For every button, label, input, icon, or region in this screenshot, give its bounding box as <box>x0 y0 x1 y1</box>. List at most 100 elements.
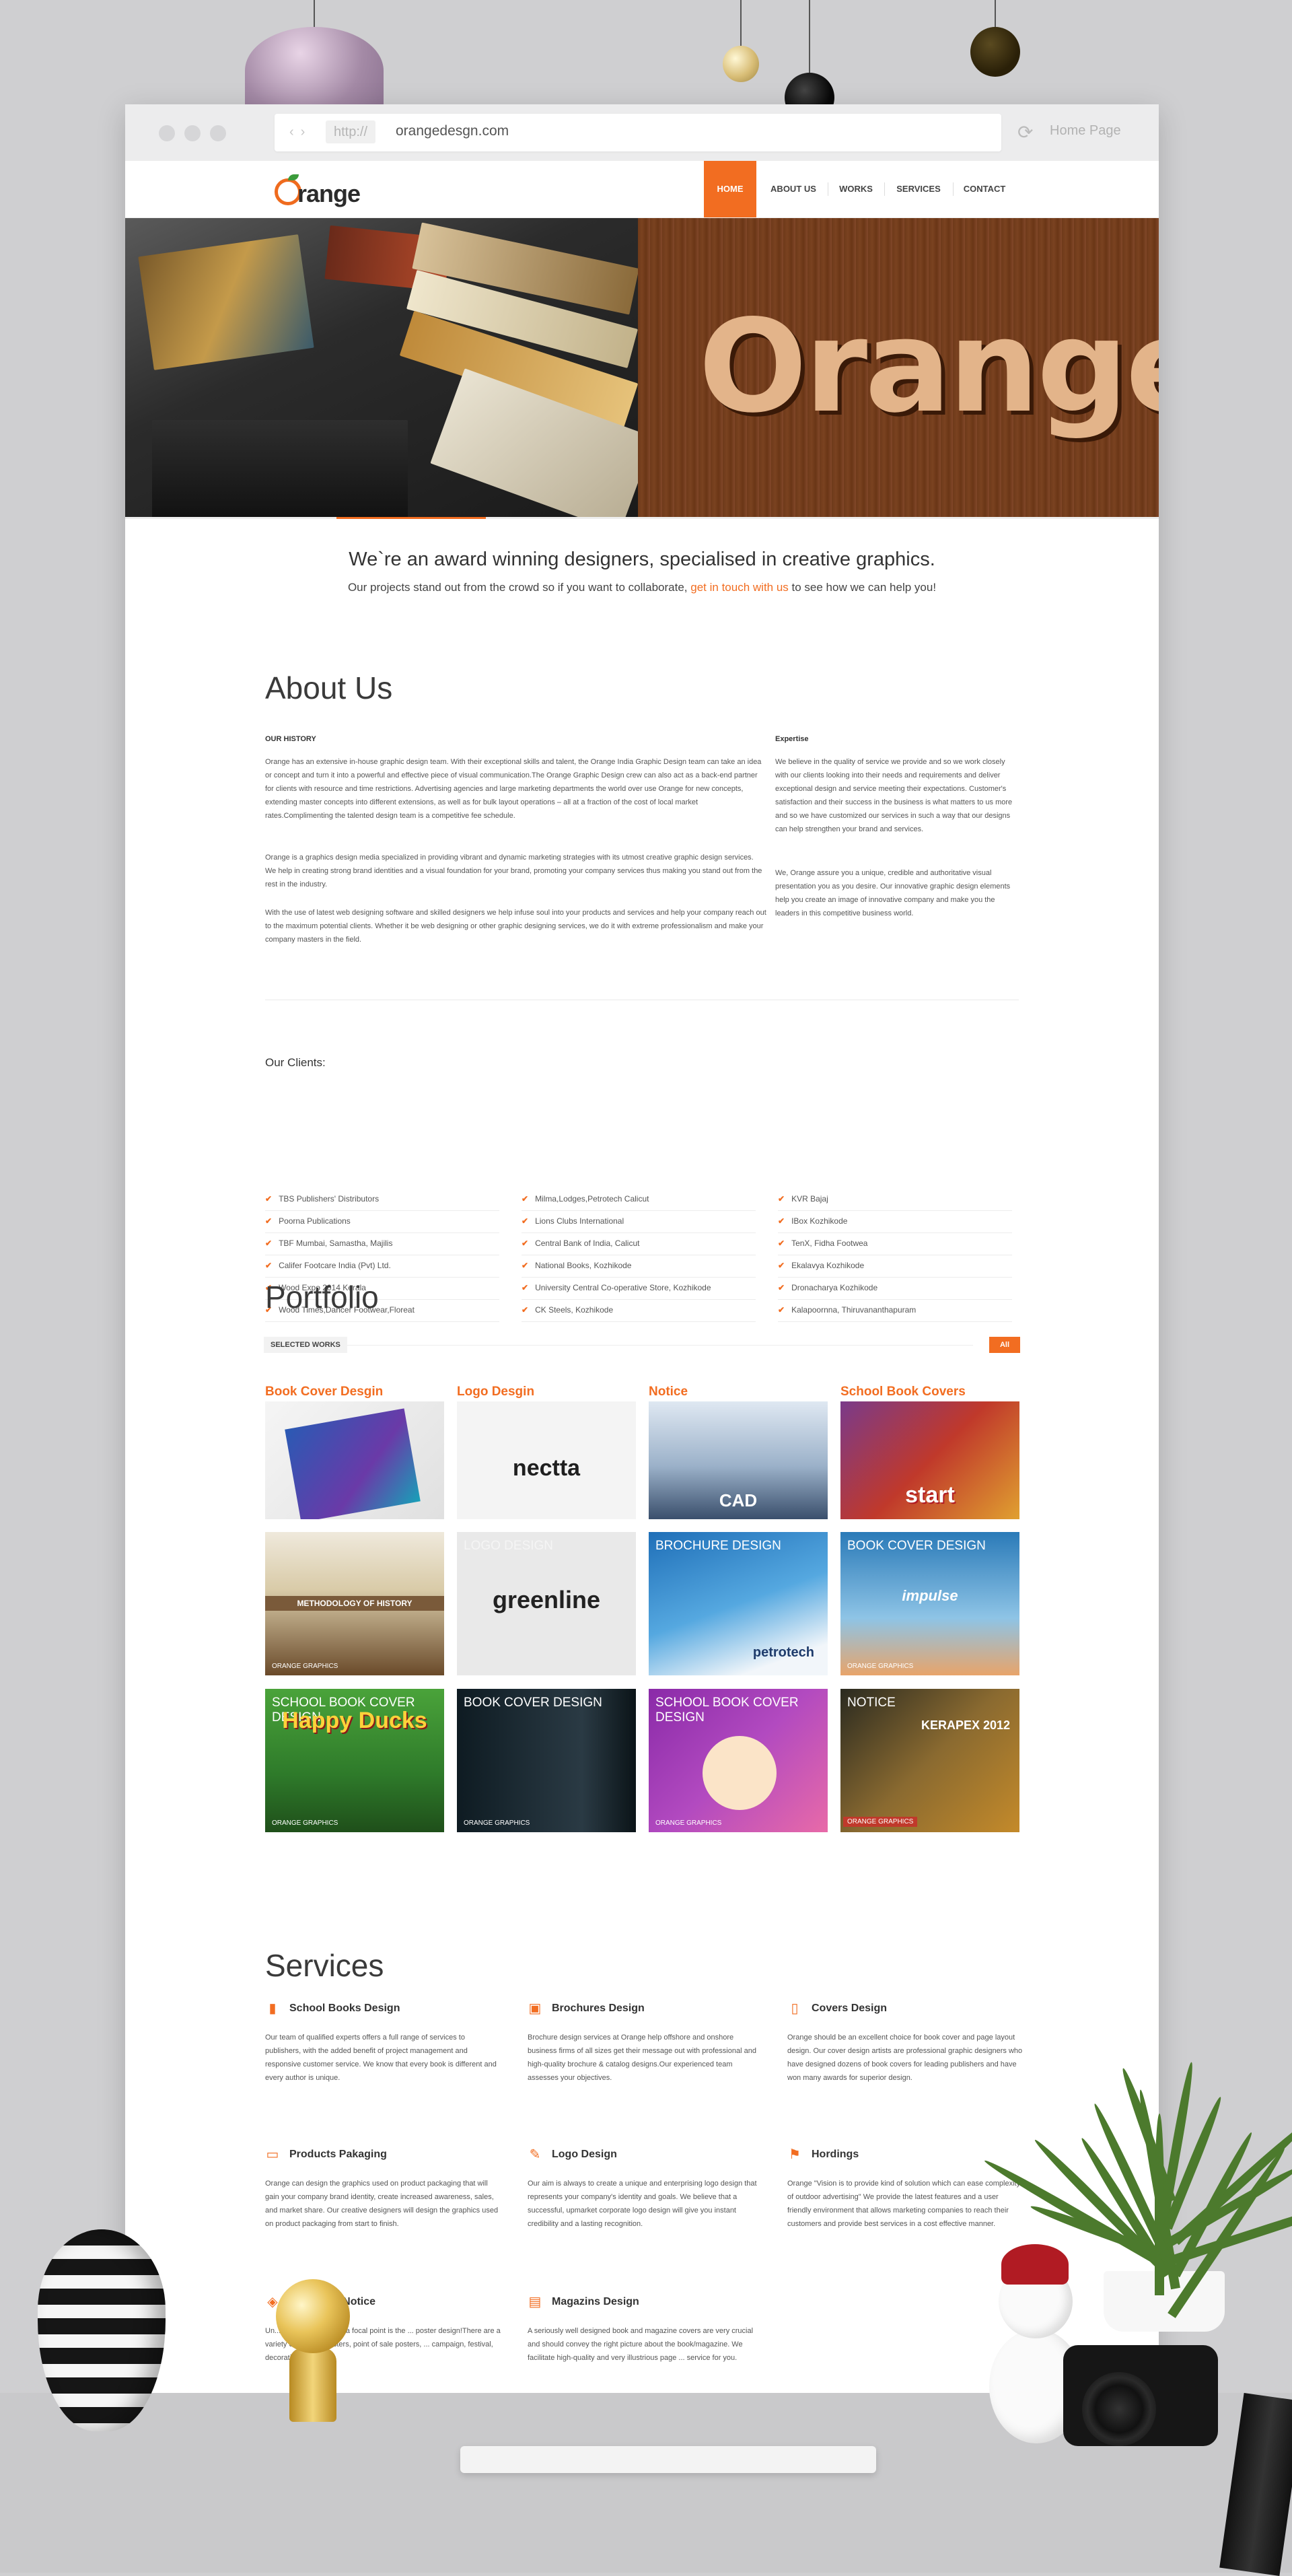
expertise-paragraph: We believe in the quality of service we … <box>775 755 1020 836</box>
portfolio-thumb[interactable]: BROCHURE DESIGN petrotech <box>649 1532 828 1675</box>
service-title[interactable]: Magazins Design <box>552 2296 639 2308</box>
back-forward-icon[interactable]: ‹› <box>289 125 312 140</box>
portfolio-thumb[interactable]: SCHOOL BOOK COVER DESIGN ORANGE GRAPHICS <box>649 1689 828 1832</box>
window-dot[interactable] <box>184 125 201 141</box>
home-page-label[interactable]: Home Page <box>1050 123 1121 139</box>
client-name: CK Steels, Kozhikode <box>535 1305 613 1315</box>
portfolio-thumb[interactable] <box>265 1401 444 1519</box>
client-name: Dronacharya Kozhikode <box>791 1283 877 1292</box>
check-icon: ✔ <box>265 1216 272 1226</box>
pendant-lamp <box>245 27 384 114</box>
slider-track <box>125 517 1159 519</box>
client-name: TBF Mumbai, Samastha, Majilis <box>279 1239 392 1248</box>
client-item: ✔TBS Publishers' Distributors <box>265 1188 499 1211</box>
site-header: range HOME ABOUT US WORKS SERVICES CONTA… <box>125 161 1159 218</box>
client-name: TenX, Fidha Footwea <box>791 1239 867 1248</box>
client-item: ✔Ekalavya Kozhikode <box>778 1255 1012 1278</box>
history-paragraph: Orange has an extensive in-house graphic… <box>265 755 766 823</box>
file-icon: ▯ <box>787 2001 802 2016</box>
client-item: ✔CK Steels, Kozhikode <box>522 1299 756 1322</box>
nav-about-us[interactable]: ABOUT US <box>763 161 824 217</box>
portfolio-column-heading: School Book Covers <box>840 1385 966 1399</box>
service-description: Brochure design services at Orange help … <box>528 2031 763 2085</box>
thumb-caption: LOGO DESIGN <box>464 1539 553 1554</box>
book-image <box>138 234 314 370</box>
portfolio-thumb[interactable]: NOTICE KERAPEX 2012 ORANGE GRAPHICS <box>840 1689 1019 1832</box>
greenline-logo-text: greenline <box>457 1586 636 1614</box>
hero-orange-word: Orange <box>698 292 1159 441</box>
portfolio-thumb[interactable]: SCHOOL BOOK COVER DESIGN Happy Ducks ORA… <box>265 1689 444 1832</box>
gold-figurine-body <box>289 2348 336 2422</box>
check-icon: ✔ <box>265 1261 272 1270</box>
service-title[interactable]: Covers Design <box>812 2003 887 2015</box>
intro-headline: We`re an award winning designers, specia… <box>125 549 1159 571</box>
ornament-string <box>809 0 810 75</box>
check-icon: ✔ <box>778 1216 785 1226</box>
client-item: ✔ TBF Mumbai, Samastha, Majilis <box>265 1232 499 1255</box>
client-name: KVR Bajaj <box>791 1194 828 1204</box>
expertise-paragraph: We, Orange assure you a unique, credible… <box>775 866 1020 920</box>
client-name: Califer Footcare India (Pvt) Ltd. <box>279 1261 391 1270</box>
client-item: ✔Central Bank of India, Calicut <box>522 1232 756 1255</box>
thumb-footer: ORANGE GRAPHICS <box>272 1663 338 1670</box>
thumb-footer: ORANGE GRAPHICS <box>464 1819 530 1827</box>
portfolio-thumb[interactable]: METHODOLOGY OF HISTORY ORANGE GRAPHICS <box>265 1532 444 1675</box>
filter-all-button[interactable]: All <box>989 1337 1020 1353</box>
check-icon: ✔ <box>778 1239 785 1248</box>
nav-works[interactable]: WORKS <box>832 161 880 217</box>
service-description: Orange can design the graphics used on p… <box>265 2177 501 2231</box>
portfolio-thumb[interactable]: CAD <box>649 1401 828 1519</box>
client-item: ✔Kalapoornna, Thiruvananthapuram <box>778 1299 1012 1322</box>
check-icon: ✔ <box>778 1283 785 1292</box>
url-text[interactable]: orangedesgn.com <box>396 123 509 139</box>
check-icon: ✔ <box>778 1194 785 1204</box>
client-name: Poorna Publications <box>279 1216 351 1226</box>
portfolio-thumb[interactable]: LOGO DESIGN greenline <box>457 1532 636 1675</box>
check-icon: ✔ <box>778 1305 785 1315</box>
client-item: ✔ TenX, Fidha Footwea <box>778 1232 1012 1255</box>
history-heading: OUR HISTORY <box>265 735 316 743</box>
impulse-text: impulse <box>840 1587 1019 1605</box>
service-description: Orange should be an excellent choice for… <box>787 2031 1023 2085</box>
service-title[interactable]: Products Pakaging <box>289 2149 387 2161</box>
hero-slider[interactable]: Orange <box>125 218 1159 519</box>
petrotech-text: petrotech <box>649 1645 828 1661</box>
slider-progress <box>336 517 486 519</box>
client-item: ✔National Books, Kozhikode <box>522 1255 756 1278</box>
service-title[interactable]: Logo Design <box>552 2149 617 2161</box>
service-title[interactable]: Brochures Design <box>552 2003 645 2015</box>
portfolio-title: Portfolio <box>265 1279 379 1315</box>
portfolio-thumb[interactable]: BOOK COVER DESIGN impulse ORANGE GRAPHIC… <box>840 1532 1019 1675</box>
desk-surface <box>152 420 408 519</box>
portfolio-column-heading: Logo Desgin <box>457 1385 534 1399</box>
history-paragraph: Orange is a graphics design media specia… <box>265 851 766 891</box>
intro-sub-after: to see how we can help you! <box>789 581 936 594</box>
check-icon: ✔ <box>522 1283 528 1292</box>
portfolio-thumb[interactable]: start <box>840 1401 1019 1519</box>
camera-lens <box>1082 2372 1156 2446</box>
nav-home[interactable]: HOME <box>704 161 756 217</box>
check-icon: ✔ <box>265 1239 272 1248</box>
service-title[interactable]: School Books Design <box>289 2003 400 2015</box>
client-item: ✔ Poorna Publications <box>265 1210 499 1233</box>
portfolio-thumb[interactable]: nectta <box>457 1401 636 1519</box>
expertise-heading: Expertise <box>775 735 809 743</box>
contact-link[interactable]: get in touch with us <box>690 581 789 594</box>
snowman-hat <box>1001 2244 1069 2285</box>
window-dot[interactable] <box>210 125 226 141</box>
check-icon: ✔ <box>522 1239 528 1248</box>
nav-services[interactable]: SERVICES <box>888 161 949 217</box>
nav-contact[interactable]: CONTACT <box>957 161 1012 217</box>
address-bar[interactable]: ‹› http:// orangedesgn.com <box>275 114 1001 151</box>
window-dot[interactable] <box>159 125 175 141</box>
service-title[interactable]: Hordings <box>812 2149 859 2161</box>
portfolio-column-heading: Notice <box>649 1385 688 1399</box>
thumb-footer: ORANGE GRAPHICS <box>843 1817 917 1827</box>
client-item: ✔Milma,Lodges,Petrotech Calicut <box>522 1188 756 1211</box>
client-item: ✔University Central Co-operative Store, … <box>522 1277 756 1300</box>
portfolio-thumb[interactable]: BOOK COVER DESIGN ORANGE GRAPHICS <box>457 1689 636 1832</box>
client-item: ✔ KVR Bajaj <box>778 1188 1012 1211</box>
reload-icon[interactable]: ⟳ <box>1017 121 1033 143</box>
history-paragraph: With the use of latest web designing sof… <box>265 906 766 946</box>
client-name: TBS Publishers' Distributors <box>279 1194 379 1204</box>
